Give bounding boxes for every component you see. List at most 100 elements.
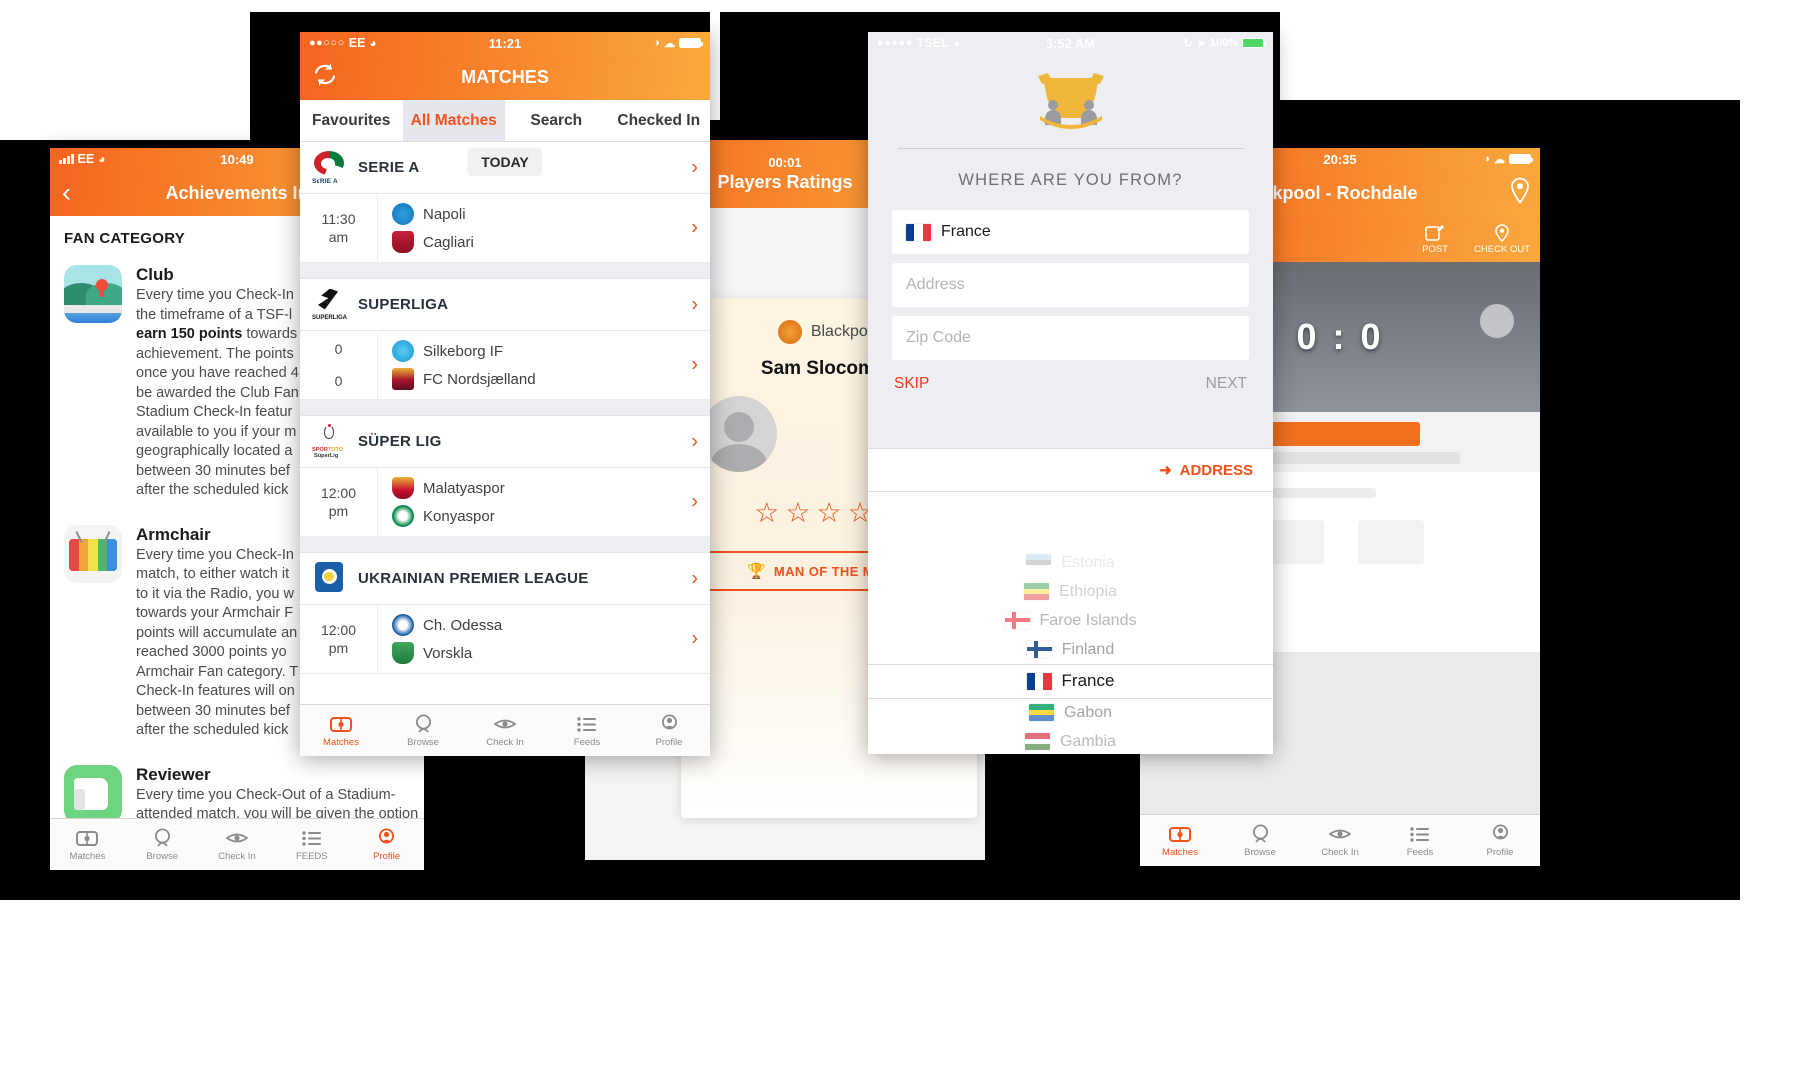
tab-search[interactable]: Search xyxy=(505,100,608,141)
team-crest-icon xyxy=(392,614,414,636)
today-badge: TODAY xyxy=(467,148,543,176)
star-1[interactable]: ☆ xyxy=(754,496,779,529)
battery-icon xyxy=(1509,154,1533,164)
desc-line-bold: earn 150 points xyxy=(136,326,243,342)
chevron-right-icon[interactable]: › xyxy=(691,628,698,651)
tab-feeds[interactable]: Feeds xyxy=(1380,815,1460,866)
tab-matches[interactable]: Matches xyxy=(300,705,382,756)
france-flag-icon xyxy=(906,223,931,241)
chevron-right-icon[interactable]: › xyxy=(691,354,698,377)
country-form-body: WHERE ARE YOU FROM? France Address Zip C… xyxy=(868,54,1273,393)
tab-checkin[interactable]: Check In xyxy=(1300,815,1380,866)
refresh-icon[interactable] xyxy=(312,63,338,92)
star-2[interactable]: ☆ xyxy=(785,496,810,529)
picker-option[interactable]: Gabon xyxy=(868,698,1273,727)
bottom-tab-bar[interactable]: Matches Browse Check In Feeds Profile xyxy=(300,704,710,756)
tab-label: Browse xyxy=(146,850,179,862)
tab-feeds[interactable]: FEEDS xyxy=(274,819,349,870)
skip-button[interactable]: SKIP xyxy=(894,375,929,393)
chevron-right-icon[interactable]: › xyxy=(691,430,698,453)
address-toggle-button[interactable]: ➜ ADDRESS xyxy=(868,448,1273,492)
match-row[interactable]: 12:00 pm Malatyaspor Konyaspor › xyxy=(300,468,710,537)
tab-profile[interactable]: Profile xyxy=(1460,815,1540,866)
tab-label: Feeds xyxy=(573,736,601,748)
picker-option-label: France xyxy=(1061,671,1115,690)
tv-icon xyxy=(64,524,122,583)
away-team: Konyaspor xyxy=(392,505,710,527)
picker-option[interactable]: Gambia xyxy=(868,727,1273,754)
tab-checkin[interactable]: Check In xyxy=(200,819,275,870)
tab-label: FEEDS xyxy=(295,850,328,862)
away-score: 0 xyxy=(334,373,343,389)
status-right: ↻ ➤ 100% xyxy=(1183,37,1266,50)
team-name: Konyaspor xyxy=(423,507,495,525)
desc-line: between 30 minutes bef xyxy=(136,702,290,719)
desc-line: Armchair Fan category. T xyxy=(136,663,299,680)
gambia-flag-icon xyxy=(1024,733,1050,750)
tab-label: Profile xyxy=(655,736,683,748)
picker-option-label: Finland xyxy=(1061,640,1115,658)
tab-browse[interactable]: Browse xyxy=(382,705,464,756)
chevron-right-icon[interactable]: › xyxy=(691,217,698,240)
matches-tab-strip[interactable]: Favourites All Matches Search Checked In xyxy=(300,100,710,142)
post-button[interactable]: POST xyxy=(1422,224,1448,255)
tab-feeds[interactable]: Feeds xyxy=(546,705,628,756)
chevron-right-icon[interactable]: › xyxy=(691,156,698,179)
tab-all-matches[interactable]: All Matches xyxy=(402,100,505,141)
team-crest-icon xyxy=(392,231,414,253)
picker-option-selected[interactable]: France xyxy=(868,664,1273,698)
match-row[interactable]: 0 0 Silkeborg IF FC Nordsjælland › xyxy=(300,331,710,400)
team-name: Ch. Odessa xyxy=(423,616,503,634)
picker-option[interactable]: Finland xyxy=(868,635,1273,664)
star-3[interactable]: ☆ xyxy=(816,496,841,529)
tab-browse[interactable]: Browse xyxy=(125,819,200,870)
picker-option[interactable]: Estonia xyxy=(868,548,1273,577)
check-out-button[interactable]: CHECK OUT xyxy=(1474,223,1530,255)
list-icon xyxy=(577,714,597,735)
tab-matches[interactable]: Matches xyxy=(50,819,125,870)
tab-label: Favourites xyxy=(312,111,391,129)
match-row[interactable]: 12:00 pm Ch. Odessa Vorskla › xyxy=(300,605,710,674)
league-header-super-lig[interactable]: SPORTOTO SüperLig SÜPER LIG › xyxy=(300,416,710,468)
pitch-icon xyxy=(1169,824,1191,845)
tab-browse[interactable]: Browse xyxy=(1220,815,1300,866)
country-picker[interactable]: Estonia Ethiopia Faroe Islands Finland F… xyxy=(868,492,1273,754)
address-field[interactable]: Address xyxy=(892,263,1249,307)
tab-profile[interactable]: Profile xyxy=(628,705,710,756)
picker-option[interactable]: Faroe Islands xyxy=(868,606,1273,635)
home-team: Silkeborg IF xyxy=(392,340,710,362)
away-team: FC Nordsjælland xyxy=(392,368,710,390)
match-row[interactable]: 11:30 am Napoli Cagliari › xyxy=(300,194,710,263)
next-button[interactable]: NEXT xyxy=(1206,375,1247,393)
location-pin-icon[interactable] xyxy=(1510,177,1530,209)
match-teams: Napoli Cagliari xyxy=(378,194,710,262)
country-field[interactable]: France xyxy=(892,210,1249,254)
tab-matches[interactable]: Matches xyxy=(1140,815,1220,866)
chevron-right-icon[interactable]: › xyxy=(691,567,698,590)
league-header-superliga[interactable]: SUPERLIGA SUPERLIGA › xyxy=(300,279,710,331)
match-clock: 00:01 xyxy=(768,155,802,170)
bottom-tab-bar[interactable]: Matches Browse Check In Feeds Profile xyxy=(1140,814,1540,866)
team-name: FC Nordsjælland xyxy=(423,370,536,388)
match-time-value: 12:00 xyxy=(320,485,357,501)
tab-checked-in[interactable]: Checked In xyxy=(608,100,711,141)
matches-list[interactable]: TODAY SϵRIE A SERIE A › 11:30 am Napoli … xyxy=(300,142,710,704)
club-badge-icon xyxy=(64,265,122,323)
page-title: ckpool - Rochdale xyxy=(1262,182,1418,203)
chevron-right-icon[interactable]: › xyxy=(691,293,698,316)
zip-field[interactable]: Zip Code xyxy=(892,316,1249,360)
section-gap xyxy=(300,537,710,553)
league-header-upl[interactable]: UKRAINIAN PREMIER LEAGUE › xyxy=(300,553,710,605)
tab-checkin[interactable]: Check In xyxy=(464,705,546,756)
desc-line: Stadium Check-In featur xyxy=(136,404,293,420)
team-crest-icon xyxy=(392,505,414,527)
picker-option[interactable]: Ethiopia xyxy=(868,577,1273,606)
tab-favourites[interactable]: Favourites xyxy=(300,100,403,141)
tab-profile[interactable]: Profile xyxy=(349,819,424,870)
back-button[interactable]: ‹ xyxy=(62,178,71,209)
bottom-tab-bar[interactable]: Matches Browse Check In FEEDS Profile xyxy=(50,818,424,870)
ethiopia-flag-icon xyxy=(1024,583,1050,600)
picker-option-label: Gambia xyxy=(1059,732,1117,750)
tab-label: Feeds xyxy=(1406,846,1434,858)
chevron-right-icon[interactable]: › xyxy=(691,491,698,514)
